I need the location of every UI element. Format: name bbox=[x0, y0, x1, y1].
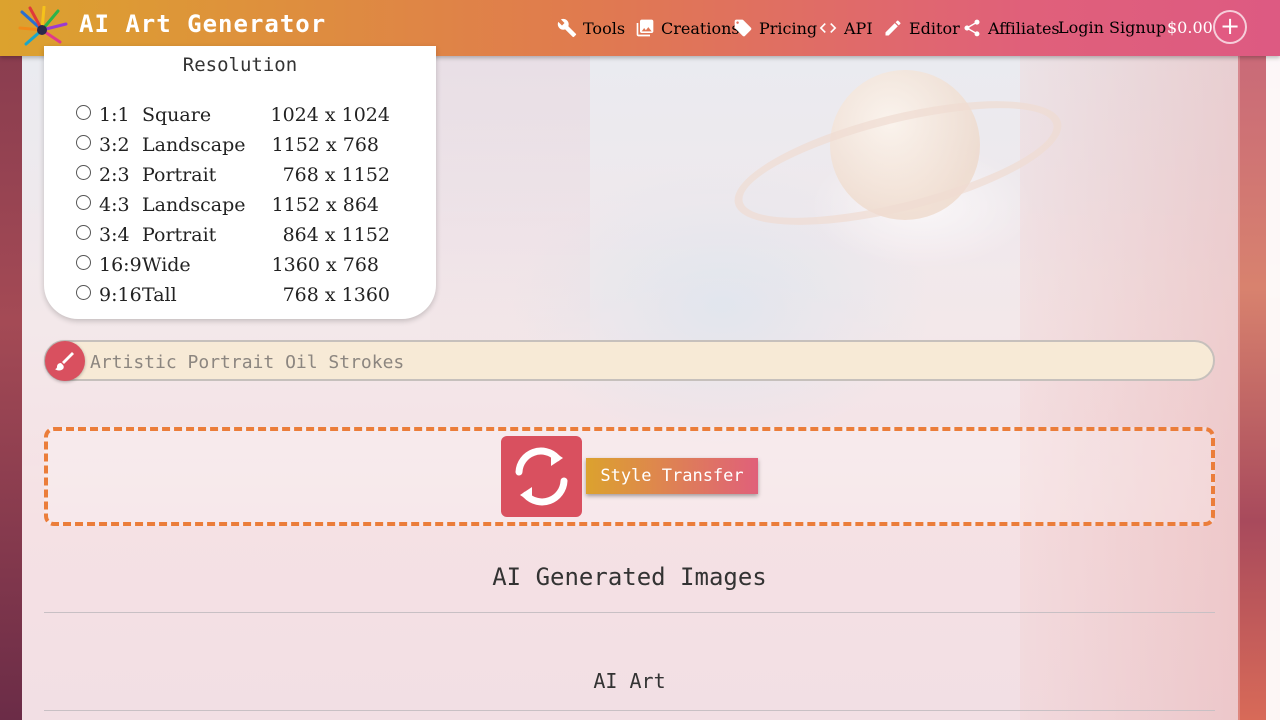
resolution-name: Wide bbox=[142, 254, 191, 276]
nav-affiliates-label: Affiliates bbox=[988, 18, 1060, 38]
nav-api[interactable]: API bbox=[818, 18, 873, 38]
resolution-option[interactable]: 16:9 Wide 1360 x 768 bbox=[44, 252, 436, 282]
style-prompt-input[interactable] bbox=[88, 348, 1192, 376]
code-icon bbox=[819, 23, 837, 33]
scrollbar-track[interactable] bbox=[1266, 56, 1280, 720]
nav-editor[interactable]: Editor bbox=[883, 18, 960, 38]
nav-login[interactable]: Login bbox=[1058, 18, 1104, 37]
radio-button[interactable] bbox=[76, 165, 91, 180]
nav-tools[interactable]: Tools bbox=[557, 18, 625, 38]
resolution-name: Square bbox=[142, 104, 212, 126]
resolution-name: Landscape bbox=[142, 194, 246, 216]
resolution-option[interactable]: 3:4 Portrait 864 x 1152 bbox=[44, 222, 436, 252]
resolution-ratio: 1:1 bbox=[99, 104, 130, 126]
nav-pricing-label: Pricing bbox=[759, 18, 818, 38]
refresh-glyph bbox=[515, 447, 568, 506]
pencil-icon bbox=[885, 20, 901, 36]
nav-affiliates[interactable]: Affiliates bbox=[962, 18, 1060, 38]
refresh-icon[interactable] bbox=[501, 436, 582, 517]
divider bbox=[44, 612, 1215, 613]
radio-button[interactable] bbox=[76, 225, 91, 240]
resolution-ratio: 4:3 bbox=[99, 194, 130, 216]
resolution-dims: 768 x 1152 bbox=[282, 164, 390, 186]
radio-button[interactable] bbox=[76, 135, 91, 150]
nav-login-label: Login bbox=[1058, 18, 1104, 37]
background-cliff-left bbox=[0, 56, 22, 720]
nav-signup[interactable]: Signup bbox=[1109, 18, 1166, 37]
nav-pricing[interactable]: Pricing bbox=[733, 18, 817, 38]
paintbrush-glyph bbox=[55, 352, 74, 371]
divider bbox=[44, 710, 1215, 711]
resolution-option[interactable]: 3:2 Landscape 1152 x 768 bbox=[44, 132, 436, 162]
resolution-panel: Resolution 1:1 Square 1024 x 1024 3:2 La… bbox=[44, 46, 436, 319]
brand-title[interactable]: AI Art Generator bbox=[79, 10, 326, 38]
resolution-name: Landscape bbox=[142, 134, 246, 156]
nav-creations[interactable]: Creations bbox=[635, 18, 740, 38]
add-credits-button[interactable]: + bbox=[1213, 10, 1247, 44]
radio-button[interactable] bbox=[76, 195, 91, 210]
resolution-dims: 1152 x 768 bbox=[271, 134, 379, 156]
resolution-option[interactable]: 2:3 Portrait 768 x 1152 bbox=[44, 162, 436, 192]
generated-images-title: AI Generated Images bbox=[492, 563, 767, 591]
nav-tools-label: Tools bbox=[583, 18, 626, 38]
radio-button[interactable] bbox=[76, 105, 91, 120]
nav-editor-label: Editor bbox=[909, 18, 960, 38]
resolution-option[interactable]: 1:1 Square 1024 x 1024 bbox=[44, 102, 436, 132]
resolution-title: Resolution bbox=[182, 54, 298, 76]
nav-api-label: API bbox=[844, 18, 873, 38]
resolution-dims: 768 x 1360 bbox=[282, 284, 390, 306]
logo-icon[interactable] bbox=[16, 6, 68, 50]
resolution-ratio: 3:4 bbox=[99, 224, 130, 246]
resolution-ratio: 2:3 bbox=[99, 164, 130, 186]
ai-art-title: AI Art bbox=[593, 669, 666, 693]
tag-icon bbox=[734, 19, 752, 37]
share-icon bbox=[964, 19, 980, 37]
resolution-option[interactable]: 9:16 Tall 768 x 1360 bbox=[44, 282, 436, 312]
resolution-name: Portrait bbox=[142, 224, 217, 246]
radio-button[interactable] bbox=[76, 255, 91, 270]
nav-signup-label: Signup bbox=[1109, 18, 1167, 37]
background-rock-left bbox=[430, 56, 590, 356]
resolution-dims: 864 x 1152 bbox=[282, 224, 390, 246]
resolution-ratio: 3:2 bbox=[99, 134, 130, 156]
background-rock-right bbox=[1020, 56, 1240, 720]
resolution-name: Tall bbox=[142, 284, 177, 306]
nav-creations-label: Creations bbox=[661, 18, 740, 38]
resolution-option[interactable]: 4:3 Landscape 1152 x 864 bbox=[44, 192, 436, 222]
paintbrush-icon[interactable] bbox=[45, 341, 85, 381]
resolution-dims: 1024 x 1024 bbox=[270, 104, 390, 126]
resolution-dims: 1152 x 864 bbox=[271, 194, 379, 216]
credit-balance[interactable]: $0.00 bbox=[1167, 18, 1213, 37]
style-transfer-button[interactable]: Style Transfer bbox=[586, 458, 758, 494]
images-icon bbox=[636, 19, 654, 37]
resolution-ratio: 16:9 bbox=[99, 254, 142, 276]
radio-button[interactable] bbox=[76, 285, 91, 300]
resolution-ratio: 9:16 bbox=[99, 284, 142, 306]
resolution-name: Portrait bbox=[142, 164, 217, 186]
resolution-dims: 1360 x 768 bbox=[271, 254, 379, 276]
style-prompt-field[interactable] bbox=[44, 340, 1215, 381]
wrench-icon bbox=[557, 18, 577, 38]
